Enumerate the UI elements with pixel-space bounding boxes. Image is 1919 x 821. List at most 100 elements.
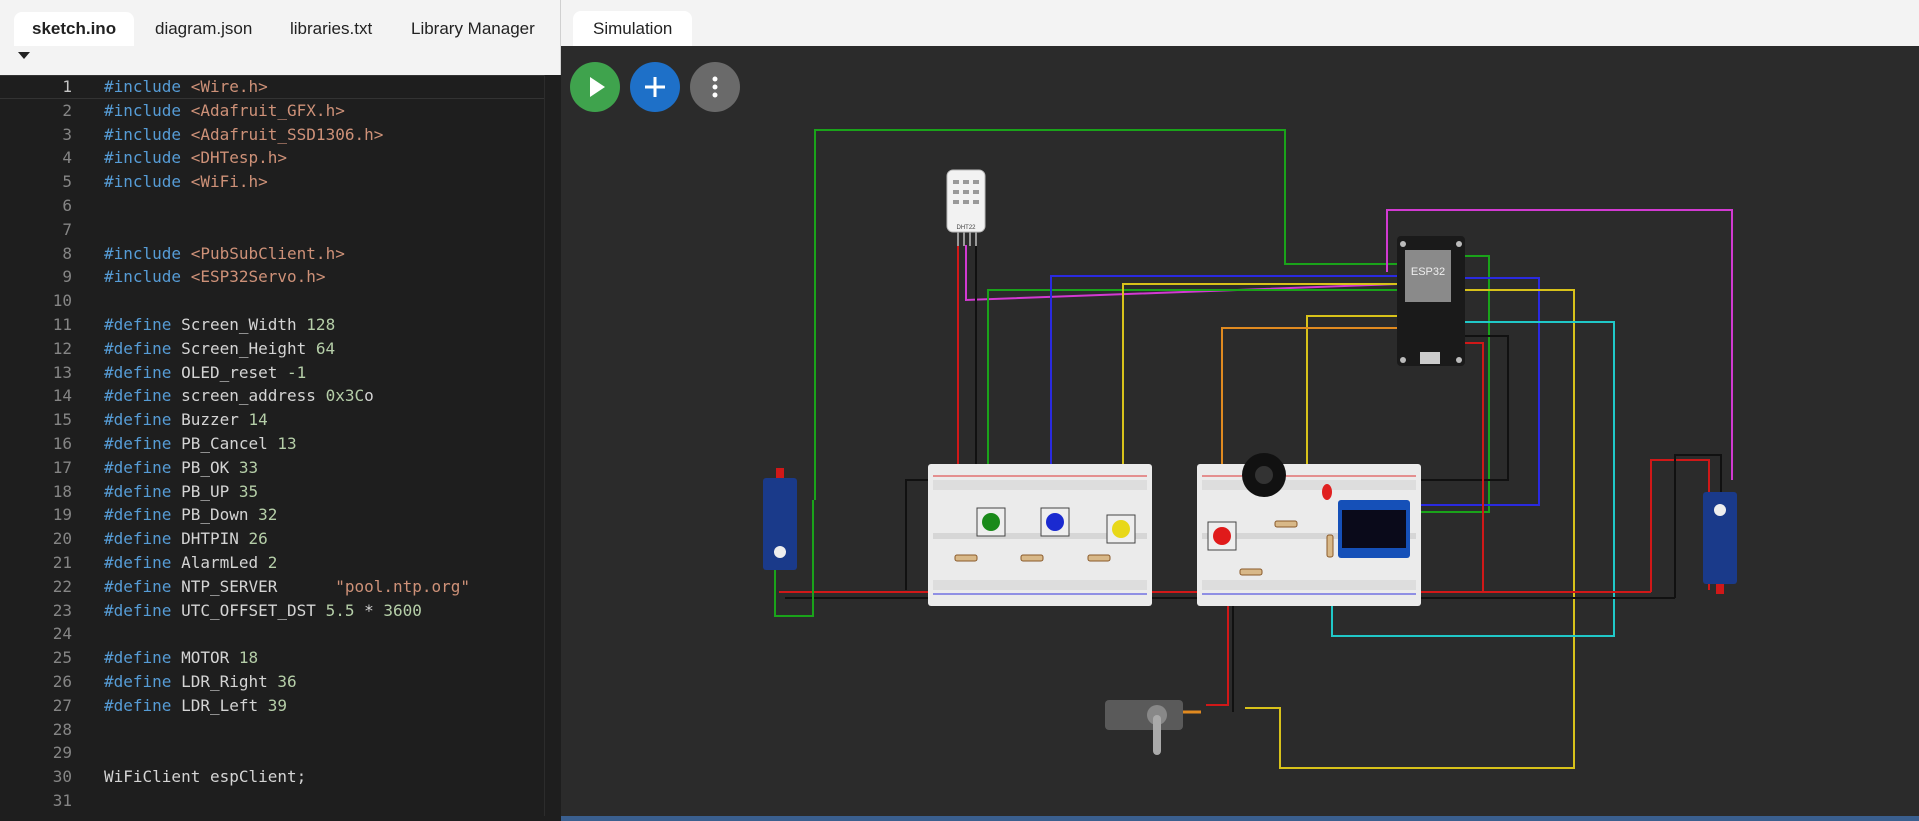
line-number: 31 bbox=[52, 791, 72, 810]
tab-library-manager[interactable]: Library Manager bbox=[393, 12, 553, 46]
circuit-diagram[interactable]: DHT22 ESP32 bbox=[561, 46, 1919, 816]
code-line[interactable]: 4 #include <DHTesp.h> bbox=[0, 146, 560, 170]
svg-text:DHT22: DHT22 bbox=[956, 225, 976, 231]
wire-red-servo bbox=[1206, 600, 1229, 706]
code-line[interactable]: 20 #define DHTPIN 26 bbox=[0, 527, 560, 551]
code-token: #define bbox=[104, 553, 182, 572]
push-button-green[interactable] bbox=[976, 507, 1006, 537]
code-text: #define NTP_SERVER "pool.ntp.org" bbox=[104, 575, 470, 599]
code-text: #define Screen_Width 128 bbox=[104, 313, 335, 337]
code-token: #define bbox=[104, 362, 182, 382]
code-token: 2 bbox=[267, 553, 278, 572]
tab-diagram-json[interactable]: diagram.json bbox=[137, 12, 270, 46]
tab-overflow-chevron-icon[interactable] bbox=[18, 52, 30, 59]
code-line[interactable]: 13 #define OLED_reset -1 bbox=[0, 361, 560, 385]
code-token: MOTOR bbox=[181, 648, 239, 668]
code-token: #define bbox=[104, 672, 182, 691]
code-line[interactable]: 6 bbox=[0, 194, 560, 218]
code-line[interactable]: 22 #define NTP_SERVER "pool.ntp.org" bbox=[0, 575, 560, 599]
code-line[interactable]: 29 bbox=[0, 741, 560, 765]
code-line[interactable]: 25 #define MOTOR 18 bbox=[0, 646, 560, 670]
code-line[interactable]: 21 #define AlarmLed 2 bbox=[0, 551, 560, 575]
code-line[interactable]: 30 WiFiClient espClient; bbox=[0, 765, 560, 789]
code-line[interactable]: 19 #define PB_Down 32 bbox=[0, 503, 560, 527]
buzzer bbox=[1242, 453, 1286, 497]
wire-red-esp bbox=[1415, 342, 1484, 593]
code-token: #define bbox=[104, 410, 182, 430]
more-options-button[interactable] bbox=[690, 62, 740, 112]
play-simulation-button[interactable] bbox=[570, 62, 620, 112]
push-button-red[interactable] bbox=[1207, 521, 1237, 551]
code-token: #include bbox=[104, 172, 191, 192]
code-line[interactable]: 16 #define PB_Cancel 13 bbox=[0, 432, 560, 456]
code-token: 35 bbox=[238, 481, 259, 501]
simulation-canvas[interactable]: DHT22 ESP32 bbox=[561, 46, 1919, 816]
line-number: 15 bbox=[52, 410, 72, 430]
line-number: 4 bbox=[62, 148, 72, 168]
code-token: <Adafruit_SSD1306.h> bbox=[190, 124, 384, 144]
line-number: 23 bbox=[52, 600, 72, 620]
code-line[interactable]: 26 #define LDR_Right 36 bbox=[0, 670, 560, 694]
code-line[interactable]: 27 #define LDR_Left 39 bbox=[0, 694, 560, 718]
code-token: #include bbox=[104, 267, 191, 287]
line-number: 14 bbox=[52, 386, 72, 406]
code-line[interactable]: 10 bbox=[0, 289, 560, 313]
code-token: Screen_Width bbox=[181, 315, 307, 334]
editor-tab-bar: sketch.ino diagram.json libraries.txt Li… bbox=[0, 0, 561, 75]
code-line[interactable]: 12 #define Screen_Height 64 bbox=[0, 337, 560, 361]
push-button-blue[interactable] bbox=[1040, 507, 1070, 537]
code-token: 39 bbox=[267, 695, 288, 715]
code-line[interactable]: 23 #define UTC_OFFSET_DST 5.5 * 3600 bbox=[0, 599, 560, 623]
tab-simulation[interactable]: Simulation bbox=[573, 11, 693, 46]
code-line[interactable]: 31 bbox=[0, 789, 560, 813]
code-text: #include <Adafruit_SSD1306.h> bbox=[104, 123, 383, 147]
code-text: #define UTC_OFFSET_DST 5.5 * 3600 bbox=[104, 599, 422, 623]
code-line[interactable]: 17 #define PB_OK 33 bbox=[0, 456, 560, 480]
line-number: 12 bbox=[52, 338, 72, 358]
resistor bbox=[1087, 554, 1111, 562]
line-number: 3 bbox=[62, 124, 72, 144]
code-token: #define bbox=[104, 695, 182, 715]
code-text: #define Buzzer 14 bbox=[104, 408, 268, 432]
code-token: 5.5 bbox=[325, 600, 355, 620]
code-token: LDR_Left bbox=[181, 695, 268, 715]
bottom-status-strip bbox=[561, 816, 1919, 821]
code-line[interactable]: 3 #include <Adafruit_SSD1306.h> bbox=[0, 123, 560, 147]
code-line[interactable]: 2 #include <Adafruit_GFX.h> bbox=[0, 99, 560, 123]
code-line[interactable]: 28 bbox=[0, 718, 560, 742]
code-line[interactable]: 14 #define screen_address 0x3Co bbox=[0, 384, 560, 408]
code-line[interactable]: 11 #define Screen_Width 128 bbox=[0, 313, 560, 337]
tab-libraries-txt[interactable]: libraries.txt bbox=[272, 12, 390, 46]
code-token: PB_Cancel bbox=[181, 434, 278, 453]
code-line[interactable]: 15 #define Buzzer 14 bbox=[0, 408, 560, 432]
code-token: #define bbox=[104, 457, 182, 477]
editor-scrollbar[interactable] bbox=[544, 75, 545, 816]
code-token: 32 bbox=[258, 505, 278, 525]
tab-sketch-ino[interactable]: sketch.ino bbox=[14, 12, 135, 46]
servo-motor bbox=[1105, 700, 1201, 755]
add-part-button[interactable] bbox=[630, 62, 680, 112]
code-line[interactable]: 5 #include <WiFi.h> bbox=[0, 170, 560, 194]
code-token: PB_UP bbox=[181, 481, 239, 501]
line-number: 29 bbox=[52, 743, 72, 763]
push-button-yellow[interactable] bbox=[1106, 514, 1136, 544]
code-line[interactable]: 7 bbox=[0, 218, 560, 242]
code-text: #define MOTOR 18 bbox=[104, 646, 258, 670]
code-line[interactable]: 24 bbox=[0, 622, 560, 646]
code-area[interactable]: 1 #include <Wire.h> 2 #include <Adafruit_GF… bbox=[0, 75, 560, 816]
code-line[interactable]: 8 #include <PubSubClient.h> bbox=[0, 242, 560, 266]
code-line[interactable]: 9 #include <ESP32Servo.h> bbox=[0, 265, 560, 289]
code-token: <WiFi.h> bbox=[190, 172, 268, 192]
ldr-sensor-left bbox=[763, 468, 797, 570]
code-token: #define bbox=[104, 386, 182, 406]
resistor bbox=[954, 554, 978, 562]
code-line[interactable]: 18 #define PB_UP 35 bbox=[0, 480, 560, 504]
code-line[interactable]: 1 #include <Wire.h> bbox=[0, 75, 560, 99]
code-text: #include <Adafruit_GFX.h> bbox=[104, 99, 345, 123]
code-editor-panel: sketch.ino diagram.json libraries.txt Li… bbox=[0, 0, 561, 821]
code-token: screen_address bbox=[181, 386, 326, 406]
ldr-sensor-right bbox=[1703, 492, 1737, 594]
oled-display bbox=[1338, 500, 1410, 558]
code-token: #define bbox=[104, 315, 182, 334]
code-token: 18 bbox=[238, 648, 259, 668]
